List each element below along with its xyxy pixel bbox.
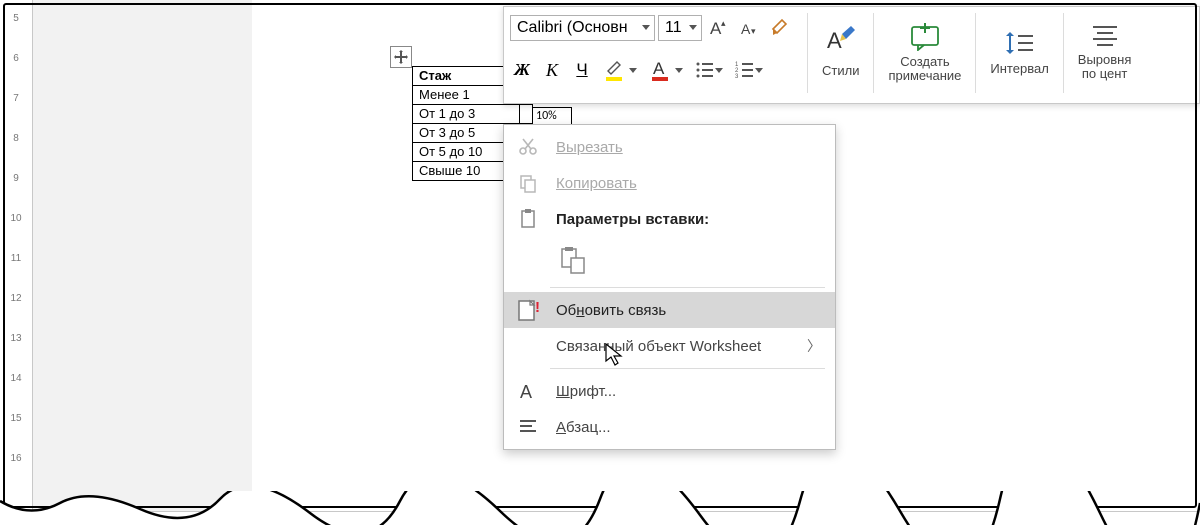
chevron-down-icon bbox=[675, 68, 683, 73]
paste-options-label: Параметры вставки: bbox=[556, 211, 821, 228]
highlight-button[interactable] bbox=[600, 57, 640, 83]
chevron-down-icon bbox=[689, 25, 697, 30]
styles-label: Стили bbox=[822, 64, 859, 78]
paste-keep-source-button[interactable] bbox=[556, 243, 590, 277]
font-family-value: Calibri (Основн bbox=[517, 19, 628, 37]
ruler-tick: 6 bbox=[0, 53, 32, 64]
menu-separator bbox=[550, 368, 825, 369]
chevron-down-icon bbox=[715, 68, 723, 73]
menu-copy[interactable]: Копировать bbox=[504, 165, 835, 201]
chevron-down-icon bbox=[755, 68, 763, 73]
ruler-tick: 11 bbox=[0, 253, 32, 264]
separator bbox=[807, 13, 808, 93]
styles-button[interactable]: A Стили bbox=[812, 9, 869, 95]
svg-text:A: A bbox=[827, 28, 842, 53]
paragraph-icon bbox=[514, 413, 542, 441]
spacing-label: Интервал bbox=[990, 62, 1048, 76]
menu-cut-label: Вырезать bbox=[556, 139, 623, 156]
new-comment-button[interactable]: Создать примечание bbox=[878, 9, 971, 95]
numbering-button[interactable]: 123 bbox=[732, 57, 766, 83]
font-color-button[interactable]: A bbox=[646, 57, 686, 83]
menu-paste-options-header: Параметры вставки: bbox=[504, 201, 835, 237]
svg-text:▴: ▴ bbox=[721, 18, 726, 28]
paragraph-label: Абзац... bbox=[556, 419, 821, 436]
chevron-down-icon bbox=[642, 25, 650, 30]
mini-toolbar: Calibri (Основн 11 A▴ A▾ Ж К Ч bbox=[503, 6, 1200, 104]
bold-button[interactable]: Ж bbox=[510, 57, 534, 83]
ruler-tick: 13 bbox=[0, 333, 32, 344]
comment-label: Создать примечание bbox=[888, 55, 961, 83]
blank-icon bbox=[514, 332, 542, 360]
menu-paragraph[interactable]: Абзац... bbox=[504, 409, 835, 445]
ruler-tick: 9 bbox=[0, 173, 32, 184]
vertical-ruler: 5 6 7 8 9 10 11 12 13 14 15 16 bbox=[0, 0, 33, 511]
update-link-label: Обновить связь bbox=[556, 302, 821, 319]
font-label: Шрифт... bbox=[556, 383, 821, 400]
ruler-tick: 15 bbox=[0, 413, 32, 424]
copy-icon bbox=[514, 169, 542, 197]
format-painter-button[interactable] bbox=[767, 15, 795, 41]
scissors-icon bbox=[514, 133, 542, 161]
clipboard-icon bbox=[514, 205, 542, 233]
menu-separator bbox=[550, 287, 825, 288]
chevron-down-icon bbox=[629, 68, 637, 73]
svg-text:!: ! bbox=[535, 299, 539, 316]
svg-text:A: A bbox=[741, 21, 751, 37]
separator bbox=[975, 13, 976, 93]
separator bbox=[1063, 13, 1064, 93]
ruler-tick: 8 bbox=[0, 133, 32, 144]
align-label: Выровня по цент bbox=[1078, 53, 1132, 81]
bullets-button[interactable] bbox=[692, 57, 726, 83]
context-menu: Вырезать Копировать Параметры вставки: !… bbox=[503, 124, 836, 450]
menu-linked-object[interactable]: Связанный объект Worksheet 〉 bbox=[504, 328, 835, 364]
chevron-right-icon: 〉 bbox=[807, 336, 821, 356]
svg-text:▾: ▾ bbox=[751, 26, 756, 36]
increase-font-button[interactable]: A▴ bbox=[705, 15, 733, 41]
font-family-select[interactable]: Calibri (Основн bbox=[510, 15, 655, 41]
svg-text:A: A bbox=[520, 382, 532, 402]
font-size-select[interactable]: 11 bbox=[658, 15, 702, 41]
separator bbox=[873, 13, 874, 93]
ruler-tick: 5 bbox=[0, 13, 32, 24]
italic-button[interactable]: К bbox=[540, 57, 564, 83]
ruler-tick: 16 bbox=[0, 453, 32, 464]
app-frame: 5 6 7 8 9 10 11 12 13 14 15 16 Стаж Мене… bbox=[0, 0, 1200, 511]
decrease-font-button[interactable]: A▾ bbox=[736, 15, 764, 41]
linked-object-label: Связанный объект Worksheet bbox=[556, 338, 793, 355]
ruler-tick: 14 bbox=[0, 373, 32, 384]
font-icon: A bbox=[514, 377, 542, 405]
menu-update-link[interactable]: ! Обновить связь bbox=[504, 292, 835, 328]
menu-cut[interactable]: Вырезать bbox=[504, 129, 835, 165]
menu-font[interactable]: A Шрифт... bbox=[504, 373, 835, 409]
underline-button[interactable]: Ч bbox=[570, 57, 594, 83]
line-spacing-button[interactable]: Интервал bbox=[980, 9, 1058, 95]
table-cell: От 1 до 3 bbox=[413, 105, 520, 124]
ruler-tick: 12 bbox=[0, 293, 32, 304]
align-center-button[interactable]: Выровня по цент bbox=[1068, 9, 1136, 95]
ruler-tick: 7 bbox=[0, 93, 32, 104]
svg-text:3: 3 bbox=[735, 74, 739, 80]
update-link-icon: ! bbox=[514, 296, 542, 324]
paste-options-row bbox=[504, 237, 835, 283]
page-margin bbox=[33, 0, 252, 511]
ruler-tick: 10 bbox=[0, 213, 32, 224]
table-move-handle-icon[interactable] bbox=[390, 46, 412, 68]
svg-text:A: A bbox=[653, 59, 665, 78]
font-size-value: 11 bbox=[665, 19, 682, 37]
menu-copy-label: Копировать bbox=[556, 175, 637, 192]
